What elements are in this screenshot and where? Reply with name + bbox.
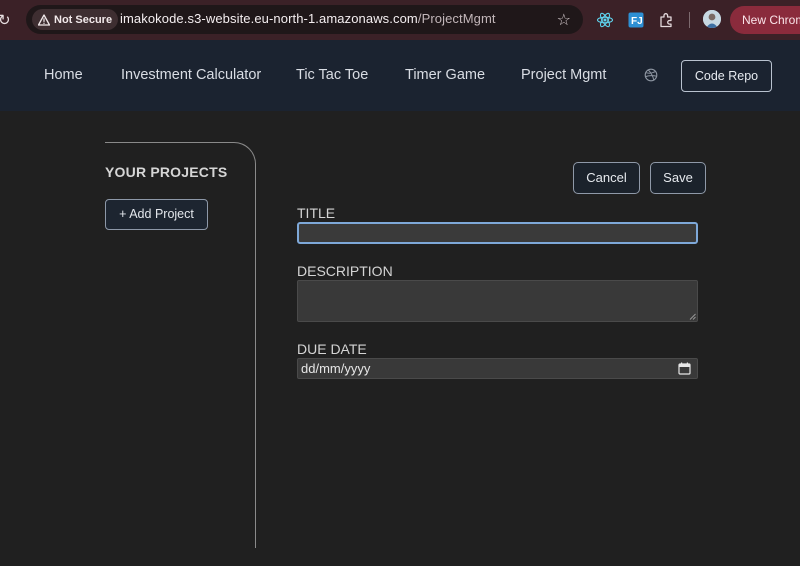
url-text[interactable]: imakokode.s3-website.eu-north-1.amazonaw… [120,11,496,26]
resize-handle-icon[interactable] [689,313,696,320]
nav-item-investment-calculator[interactable]: Investment Calculator [121,67,261,83]
site-nav: Home Investment Calculator Tic Tac Toe T… [0,40,800,111]
avatar-image [703,10,721,28]
security-chip[interactable]: Not Secure [32,9,119,30]
due-date-label: DUE DATE [297,341,367,357]
nav-item-home[interactable]: Home [44,67,83,83]
warning-icon [38,13,50,26]
title-label: TITLE [297,205,336,221]
reload-icon[interactable]: ↻ [0,10,14,30]
browser-toolbar: ↻ Not Secure imakokode.s3-website.eu-nor… [0,0,800,40]
description-textarea[interactable] [297,280,698,322]
sidebar-title: YOUR PROJECTS [105,164,228,180]
code-repo-button[interactable]: Code Repo [681,60,772,92]
description-label: DESCRIPTION [297,263,393,279]
puzzle-icon[interactable] [658,11,676,29]
dribbble-icon[interactable] [644,68,658,82]
nav-item-project-mgmt[interactable]: Project Mgmt [521,67,606,83]
add-project-button[interactable]: + Add Project [105,199,208,230]
cancel-button[interactable]: Cancel [573,162,640,194]
due-date-placeholder: dd/mm/yyyy [301,361,371,376]
address-bar[interactable]: Not Secure imakokode.s3-website.eu-north… [26,5,583,34]
security-chip-label: Not Secure [54,13,113,26]
react-devtools-icon[interactable] [596,11,614,29]
extension-fj-icon[interactable]: FJ [627,11,645,29]
nav-item-timer-game[interactable]: Timer Game [405,67,485,83]
projects-sidebar: YOUR PROJECTS + Add Project [105,142,256,548]
new-chrome-button[interactable]: New Chrom [730,6,800,34]
calendar-icon[interactable] [678,362,691,375]
profile-avatar[interactable] [703,10,721,28]
title-input[interactable] [297,222,698,244]
url-host: imakokode.s3-website.eu-north-1.amazonaw… [120,11,418,26]
star-icon[interactable]: ☆ [557,10,571,29]
svg-text:FJ: FJ [631,16,643,27]
nav-item-tic-tac-toe[interactable]: Tic Tac Toe [296,67,368,83]
save-button[interactable]: Save [650,162,706,194]
url-path: /ProjectMgmt [417,11,496,26]
due-date-input[interactable]: dd/mm/yyyy [297,358,698,379]
toolbar-separator [689,12,690,28]
